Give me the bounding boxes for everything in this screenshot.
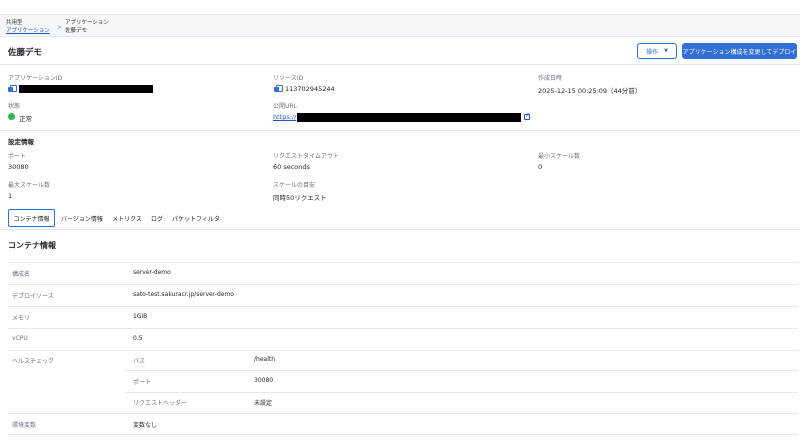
copy-icon[interactable] — [274, 85, 283, 92]
tab-container-info[interactable]: コンテナ情報 — [8, 209, 55, 227]
breadcrumb-current-label: 佐藤デモ — [65, 28, 88, 34]
breadcrumb-current-category: アプリケーション — [65, 20, 109, 26]
row-divider — [8, 284, 798, 285]
resource-id-label: リソースID — [273, 75, 304, 82]
row-divider — [8, 262, 798, 263]
min-scale-label: 最小スケール数 — [538, 153, 581, 160]
public-url-redacted — [297, 113, 521, 122]
status-label: 状態 — [8, 103, 21, 110]
app-id-redacted — [19, 85, 153, 93]
memory-value: 1GiB — [133, 313, 148, 320]
config-name-value: server-demo — [133, 269, 171, 276]
config-name-label: 構成名 — [12, 271, 31, 278]
row-divider — [125, 392, 798, 393]
tab-logs[interactable]: ログ — [148, 209, 166, 227]
tab-bar: コンテナ情報 バージョン情報 メトリクス ログ パケットフィルタ — [0, 207, 800, 229]
status-value: 正常 — [19, 115, 32, 123]
tab-metrics[interactable]: メトリクス — [110, 209, 144, 227]
settings-heading: 設定情報 — [8, 138, 34, 146]
breadcrumb-parent-category: 共用型 — [6, 20, 23, 26]
created-value: 2025-12-15 00:25:09（44分前） — [538, 87, 642, 95]
deploy-source-value: sato-test.sakuracr.jp/server-demo — [133, 291, 234, 298]
max-scale-label: 最大スケール数 — [8, 182, 51, 189]
copy-icon[interactable] — [8, 85, 17, 92]
max-scale-value: 1 — [8, 192, 13, 200]
health-port-value: 30080 — [254, 377, 274, 384]
port-value: 30080 — [8, 163, 29, 171]
chevron-down-icon: ▼ — [664, 48, 668, 54]
health-path-label: パス — [133, 358, 146, 365]
public-url-link[interactable]: https:// — [273, 113, 296, 121]
deploy-button[interactable]: アプリケーション構成を変更してデプロイ — [682, 43, 797, 59]
row-divider — [8, 306, 798, 307]
env-vars-value: 変数なし — [133, 422, 158, 429]
operations-button[interactable]: 操作 ▼ — [637, 43, 677, 59]
external-link-icon[interactable] — [524, 112, 530, 120]
resource-id-value: 113702945244 — [285, 85, 335, 93]
deploy-source-label: デプロイソース — [12, 293, 54, 300]
created-label: 作成日時 — [538, 75, 563, 82]
env-vars-label: 環境変数 — [12, 422, 37, 429]
row-divider — [125, 370, 798, 371]
vcpu-label: vCPU — [12, 335, 28, 342]
breadcrumb-parent: 共用型 アプリケーション — [6, 19, 50, 35]
scale-target-label: スケールの目安 — [273, 182, 316, 189]
port-label: ポート — [8, 153, 27, 160]
row-divider — [8, 413, 798, 414]
min-scale-value: 0 — [538, 163, 543, 171]
breadcrumb-separator: > — [57, 24, 63, 31]
scale-target-value: 同時50リクエスト — [273, 194, 327, 202]
operations-button-label: 操作 — [646, 48, 659, 56]
container-info-title: コンテナ情報 — [8, 241, 56, 250]
request-header-label: リクエストヘッダー — [133, 400, 188, 407]
row-divider — [8, 350, 798, 351]
tab-version-info[interactable]: バージョン情報 — [60, 209, 104, 227]
health-path-value: /health — [254, 356, 276, 363]
timeout-value: 60 seconds — [273, 163, 310, 171]
breadcrumb: 共用型 アプリケーション > アプリケーション 佐藤デモ — [0, 14, 800, 37]
memory-label: メモリ — [12, 315, 31, 322]
status-ok-icon — [8, 113, 15, 120]
breadcrumb-current: アプリケーション 佐藤デモ — [65, 19, 109, 35]
public-url-label: 公開URL — [273, 103, 297, 110]
health-check-label: ヘルスチェック — [12, 358, 55, 365]
page-title: 佐藤デモ — [8, 48, 43, 58]
summary-divider — [0, 130, 800, 131]
request-header-value: 未設定 — [254, 400, 273, 407]
timeout-label: リクエストタイムアウト — [273, 153, 339, 160]
tab-packet-filter[interactable]: パケットフィルタ — [170, 209, 222, 227]
tabs-divider — [0, 229, 800, 230]
app-id-label: アプリケーションID — [8, 75, 63, 82]
row-divider — [8, 328, 798, 329]
header-divider — [0, 64, 800, 65]
health-port-label: ポート — [133, 379, 152, 386]
breadcrumb-applications-link[interactable]: アプリケーション — [6, 27, 50, 35]
vcpu-value: 0.5 — [133, 335, 143, 342]
top-strip — [0, 0, 800, 14]
row-divider — [8, 434, 798, 435]
